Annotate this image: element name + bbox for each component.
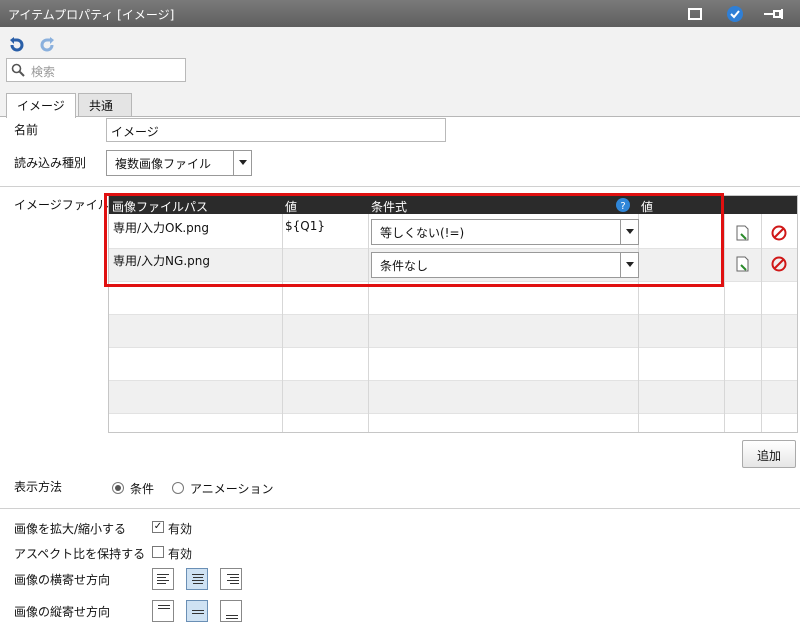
edit-file-icon[interactable] [735, 256, 751, 272]
search-icon [11, 63, 25, 77]
col-value-2: 値 [641, 200, 654, 214]
col-image-path: 画像ファイルパス [112, 200, 209, 214]
read-type-value: 複数画像ファイル [115, 157, 212, 171]
radio-animation-label: アニメーション [190, 482, 274, 496]
row-path: 専用/入力OK.png [113, 221, 210, 235]
image-file-table: 画像ファイルパス 値 条件式 ? 値 専用/入力OK.png ${Q1} 等しく… [108, 195, 798, 433]
condition-select[interactable]: 条件なし [371, 252, 639, 278]
align-bottom-button[interactable] [220, 600, 242, 622]
undo-icon[interactable] [8, 36, 26, 54]
condition-value: 条件なし [380, 259, 429, 273]
redo-icon[interactable] [38, 36, 56, 54]
divider [0, 186, 800, 187]
align-middle-button[interactable] [186, 600, 208, 622]
align-top-button[interactable] [152, 600, 174, 622]
svg-text:?: ? [620, 201, 625, 212]
radio-condition-label: 条件 [130, 482, 155, 496]
tab-common[interactable]: 共通 [78, 93, 132, 117]
name-label: 名前 [14, 123, 39, 137]
aspect-check-label: 有効 [168, 547, 193, 561]
align-left-button[interactable] [152, 568, 174, 590]
aspect-label: アスペクト比を保持する [14, 547, 146, 561]
table-header: 画像ファイルパス 値 条件式 ? 値 [109, 196, 797, 214]
chevron-down-icon [620, 253, 638, 277]
image-file-label: イメージファイル [14, 198, 110, 212]
chevron-down-icon [233, 151, 251, 175]
check-icon[interactable] [726, 5, 744, 23]
divider [0, 508, 800, 509]
halign-label: 画像の横寄せ方向 [14, 573, 111, 587]
row-value: ${Q1} [285, 219, 325, 233]
tab-image[interactable]: イメージ [6, 93, 76, 118]
row-path: 専用/入力NG.png [113, 254, 210, 268]
table-row[interactable]: 専用/入力NG.png 条件なし [109, 248, 797, 281]
help-icon[interactable]: ? [616, 198, 630, 212]
search-placeholder: 検索 [31, 65, 56, 79]
delete-icon[interactable] [771, 225, 787, 241]
valign-label: 画像の縦寄せ方向 [14, 605, 111, 619]
scale-check-label: 有効 [168, 522, 193, 536]
add-button[interactable]: 追加 [742, 440, 796, 468]
read-type-label: 読み込み種別 [14, 156, 87, 170]
condition-select[interactable]: 等しくない(!=) [371, 219, 639, 245]
table-row[interactable]: 専用/入力OK.png ${Q1} 等しくない(!=) [109, 215, 797, 248]
name-field[interactable]: イメージ [106, 118, 446, 142]
pin-icon[interactable] [762, 5, 786, 23]
search-input[interactable]: 検索 [6, 58, 186, 82]
maximize-icon[interactable] [686, 5, 704, 23]
col-condition: 条件式 [371, 200, 408, 214]
window-title: アイテムプロパティ [イメージ] [8, 8, 175, 22]
aspect-checkbox[interactable] [152, 546, 164, 558]
align-right-button[interactable] [220, 568, 242, 590]
name-value: イメージ [111, 125, 159, 139]
chevron-down-icon [620, 220, 638, 244]
delete-icon[interactable] [771, 256, 787, 272]
display-method-label: 表示方法 [14, 480, 63, 494]
radio-animation[interactable] [172, 482, 184, 494]
edit-file-icon[interactable] [735, 225, 751, 241]
align-center-button[interactable] [186, 568, 208, 590]
col-value: 値 [285, 200, 298, 214]
scale-label: 画像を拡大/縮小する [14, 522, 127, 536]
radio-condition[interactable] [112, 482, 124, 494]
condition-value: 等しくない(!=) [380, 226, 465, 240]
read-type-select[interactable]: 複数画像ファイル [106, 150, 252, 176]
scale-checkbox[interactable]: ✓ [152, 521, 164, 533]
title-bar: アイテムプロパティ [イメージ] [0, 0, 800, 27]
